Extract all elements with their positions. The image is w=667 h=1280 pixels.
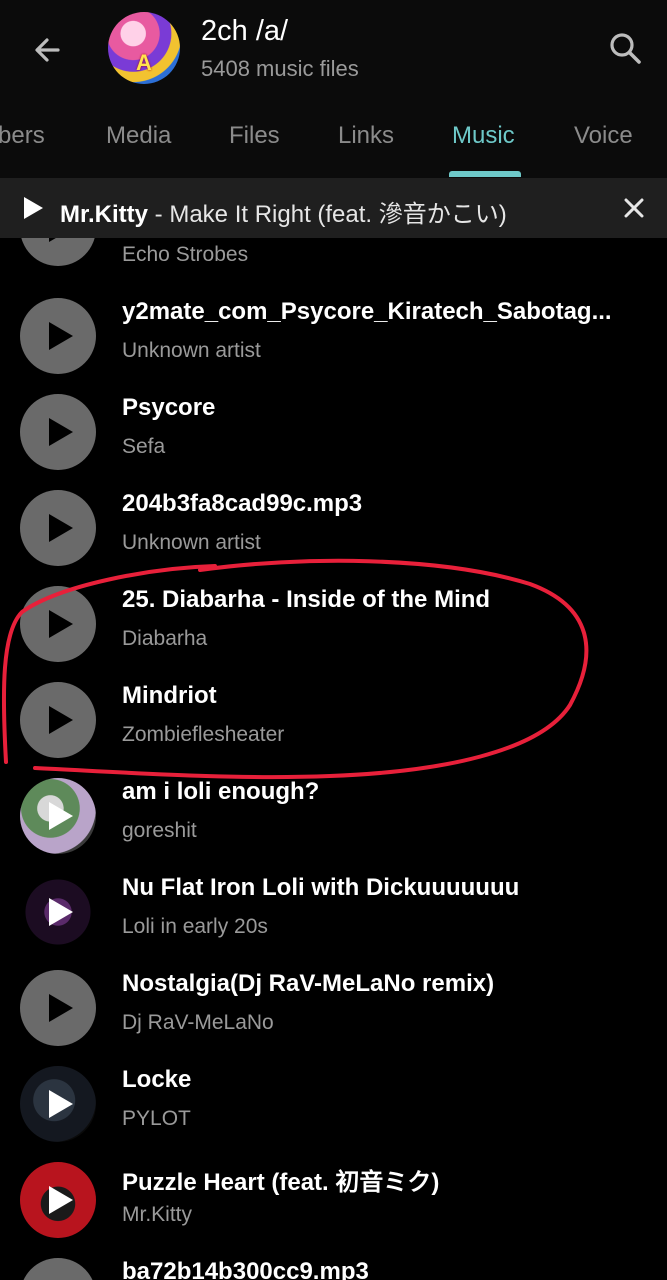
track-title: y2mate_com_Psycore_Kiratech_Sabotag... bbox=[122, 298, 612, 325]
track-row[interactable]: y2mate_com_Psycore_Kiratech_Sabotag... U… bbox=[0, 276, 667, 374]
play-button[interactable] bbox=[20, 238, 96, 266]
album-art-play-button[interactable] bbox=[20, 778, 96, 854]
track-title: Locke bbox=[122, 1066, 192, 1093]
play-button[interactable] bbox=[20, 490, 96, 566]
tab-files[interactable]: Files bbox=[229, 122, 280, 150]
group-avatar[interactable]: A bbox=[108, 12, 180, 84]
play-icon bbox=[49, 322, 73, 350]
track-artist: Sefa bbox=[122, 435, 166, 458]
play-icon bbox=[49, 898, 73, 926]
tab-links[interactable]: Links bbox=[338, 122, 394, 150]
album-art-play-button[interactable] bbox=[20, 1162, 96, 1238]
track-row[interactable]: 25. Diabarha - Inside of the Mind Diabar… bbox=[0, 564, 667, 662]
track-row[interactable]: am i loli enough? goreshit bbox=[0, 756, 667, 854]
track-row[interactable]: Echo Strobes bbox=[0, 238, 667, 276]
track-title: am i loli enough? bbox=[122, 778, 320, 805]
now-playing-text: Mr.Kitty - Make It Right (feat. 滲音かこい) bbox=[60, 194, 507, 229]
now-playing-separator: - bbox=[148, 201, 170, 228]
tab-media[interactable]: Media bbox=[106, 122, 171, 150]
album-art-play-button[interactable] bbox=[20, 874, 96, 950]
track-artist: Unknown artist bbox=[122, 339, 261, 362]
track-row[interactable]: Locke PYLOT bbox=[0, 1044, 667, 1142]
avatar-letter: A bbox=[136, 50, 152, 75]
track-row[interactable]: Puzzle Heart (feat. 初音ミク) Mr.Kitty bbox=[0, 1140, 667, 1238]
track-artist: Diabarha bbox=[122, 627, 208, 650]
track-row[interactable]: Nu Flat Iron Loli with Dickuuuuuuu Loli … bbox=[0, 852, 667, 950]
track-row[interactable]: 204b3fa8cad99c.mp3 Unknown artist bbox=[0, 468, 667, 566]
track-title: Puzzle Heart (feat. 初音ミク) bbox=[122, 1169, 440, 1196]
music-list: Echo Strobes y2mate_com_Psycore_Kiratech… bbox=[0, 238, 667, 1280]
track-title: ba72b14b300cc9.mp3 bbox=[122, 1258, 369, 1280]
play-button[interactable] bbox=[20, 394, 96, 470]
now-playing-bar[interactable]: Mr.Kitty - Make It Right (feat. 滲音かこい) bbox=[0, 178, 667, 238]
track-artist: goreshit bbox=[122, 819, 197, 842]
play-button[interactable] bbox=[20, 298, 96, 374]
track-row[interactable]: ba72b14b300cc9.mp3 bbox=[0, 1236, 667, 1280]
track-title: Mindriot bbox=[122, 682, 217, 709]
track-title: Nu Flat Iron Loli with Dickuuuuuuu bbox=[122, 874, 520, 901]
play-button[interactable] bbox=[20, 586, 96, 662]
album-art-play-button[interactable] bbox=[20, 1066, 96, 1142]
track-row[interactable]: Psycore Sefa bbox=[0, 372, 667, 470]
play-icon bbox=[49, 994, 73, 1022]
chat-title[interactable]: 2ch /a/ bbox=[201, 15, 288, 48]
chat-header: A 2ch /a/ 5408 music files bbox=[0, 0, 667, 100]
play-button[interactable] bbox=[20, 970, 96, 1046]
track-artist: Zombieflesheater bbox=[122, 723, 285, 746]
track-title: Psycore bbox=[122, 394, 216, 421]
now-playing-title: Make It Right (feat. 滲音かこい) bbox=[169, 201, 507, 228]
close-icon[interactable] bbox=[620, 194, 648, 222]
play-button[interactable] bbox=[20, 682, 96, 758]
track-title: 25. Diabarha - Inside of the Mind bbox=[122, 586, 491, 613]
play-icon bbox=[49, 802, 73, 830]
track-artist: Dj RaV-MeLaNo bbox=[122, 1011, 274, 1034]
play-icon bbox=[49, 514, 73, 542]
play-icon bbox=[49, 1090, 73, 1118]
play-button[interactable] bbox=[20, 1258, 96, 1280]
track-row[interactable]: Nostalgia(Dj RaV-MeLaNo remix) Dj RaV-Me… bbox=[0, 948, 667, 1046]
track-title: 204b3fa8cad99c.mp3 bbox=[122, 490, 363, 517]
track-artist: Mr.Kitty bbox=[122, 1203, 193, 1226]
track-artist: PYLOT bbox=[122, 1107, 191, 1130]
play-icon bbox=[49, 610, 73, 638]
arrow-left-icon[interactable] bbox=[28, 30, 68, 70]
tab-members[interactable]: bers bbox=[0, 122, 45, 150]
media-tabs: bers Media Files Links Music Voice bbox=[0, 100, 667, 178]
track-artist: Loli in early 20s bbox=[122, 915, 268, 938]
play-icon bbox=[49, 238, 73, 242]
play-icon bbox=[49, 706, 73, 734]
active-tab-indicator bbox=[449, 171, 521, 177]
track-row[interactable]: Mindriot Zombieflesheater bbox=[0, 660, 667, 758]
tab-voice[interactable]: Voice bbox=[574, 122, 633, 150]
play-icon[interactable] bbox=[20, 195, 46, 221]
now-playing-artist: Mr.Kitty bbox=[60, 201, 149, 228]
search-icon[interactable] bbox=[605, 28, 645, 68]
track-artist: Echo Strobes bbox=[122, 243, 249, 266]
music-count: 5408 music files bbox=[201, 56, 359, 81]
track-artist: Unknown artist bbox=[122, 531, 261, 554]
play-icon bbox=[49, 418, 73, 446]
play-icon bbox=[49, 1186, 73, 1214]
tab-music[interactable]: Music bbox=[452, 122, 515, 150]
track-title: Nostalgia(Dj RaV-MeLaNo remix) bbox=[122, 970, 495, 997]
